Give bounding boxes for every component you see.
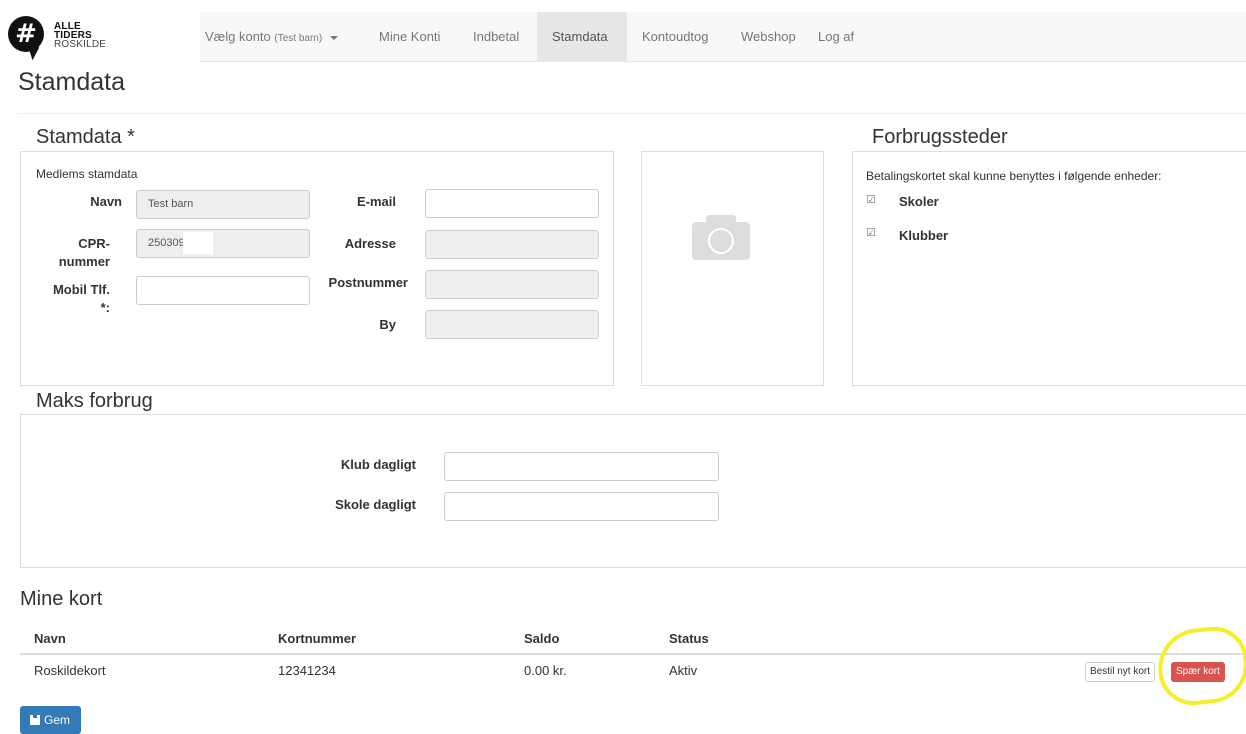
floppy-disk-icon <box>30 715 40 725</box>
email-field[interactable] <box>425 189 599 218</box>
nav-item-webshop[interactable]: Webshop <box>741 12 796 62</box>
logo-hash-icon[interactable]: # <box>8 16 44 52</box>
logo-line-3: ROSKILDE <box>54 39 107 50</box>
account-select-dropdown[interactable]: Vælg konto (Test barn) <box>205 12 338 62</box>
cpr-field[interactable]: 250309 <box>136 229 310 258</box>
klub-dagligt-label: Klub dagligt <box>340 457 416 472</box>
mobil-label-line-1: Mobil Tlf. <box>52 282 110 297</box>
skoler-label: Skoler <box>899 194 939 209</box>
nav-item-mine-konti[interactable]: Mine Konti <box>379 12 440 62</box>
photo-panel[interactable] <box>641 151 824 386</box>
card-number-cell: 12341234 <box>278 663 336 678</box>
by-field[interactable] <box>425 310 599 339</box>
card-status-cell: Aktiv <box>669 663 698 678</box>
column-header-saldo: Saldo <box>524 631 560 646</box>
account-select-value: (Test barn) <box>274 33 323 44</box>
mobil-label-line-2: *: <box>100 300 110 315</box>
camera-icon <box>692 215 750 260</box>
klubber-label: Klubber <box>899 228 949 243</box>
navn-label: Navn <box>90 194 122 209</box>
forbrugssteder-panel <box>852 151 1246 386</box>
cpr-label-line-1: CPR- <box>78 236 110 251</box>
camera-icon-top <box>706 215 736 224</box>
mobil-label: Mobil Tlf. *: <box>40 281 110 316</box>
card-balance-cell: 0.00 kr. <box>524 663 567 678</box>
logo-text[interactable]: ALLE TIDERS ROSKILDE <box>54 22 107 50</box>
block-card-button[interactable]: Spær kort <box>1171 662 1225 682</box>
email-label: E-mail <box>356 194 396 209</box>
save-button-label: Gem <box>44 713 71 727</box>
postnummer-field[interactable] <box>425 270 599 299</box>
postnummer-label: Postnummer <box>328 275 408 290</box>
maks-forbrug-panel <box>20 414 1246 568</box>
cpr-label-line-2: nummer <box>58 254 110 269</box>
maks-forbrug-title: Maks forbrug <box>36 390 153 412</box>
member-data-subheading: Medlems stamdata <box>36 167 138 181</box>
page-title: Stamdata <box>18 68 126 96</box>
navn-field[interactable]: Test barn <box>136 190 310 219</box>
column-header-navn: Navn <box>34 631 66 646</box>
nav-item-stamdata[interactable]: Stamdata <box>537 12 627 62</box>
table-row: Roskildekort 12341234 0.00 kr. Aktiv <box>20 655 1246 685</box>
navbar-background <box>200 12 1246 62</box>
klub-dagligt-field[interactable] <box>444 452 719 481</box>
skole-dagligt-field[interactable] <box>444 492 719 521</box>
column-header-kortnummer: Kortnummer <box>278 631 357 646</box>
cpr-redaction <box>183 232 213 254</box>
order-new-card-button[interactable]: Bestil nyt kort <box>1085 662 1156 682</box>
save-button[interactable]: Gem <box>20 706 82 734</box>
title-divider <box>18 113 1246 114</box>
skoler-checkbox[interactable]: ☑ <box>866 193 876 206</box>
chevron-down-icon <box>329 35 338 40</box>
nav-item-indbetal[interactable]: Indbetal <box>473 12 519 62</box>
cpr-label: CPR- nummer <box>40 235 110 270</box>
account-select-label: Vælg konto <box>205 29 271 44</box>
stamdata-section-title: Stamdata * <box>36 126 135 148</box>
nav-item-kontoudtog[interactable]: Kontoudtog <box>642 12 709 62</box>
skole-dagligt-label: Skole dagligt <box>335 497 416 512</box>
by-label: By <box>379 317 396 332</box>
camera-icon-lens <box>708 228 734 254</box>
mobil-field[interactable] <box>136 276 310 305</box>
klubber-checkbox[interactable]: ☑ <box>866 226 876 239</box>
nav-item-log-af[interactable]: Log af <box>818 12 854 62</box>
column-header-status: Status <box>669 631 709 646</box>
adresse-field[interactable] <box>425 230 599 259</box>
top-navbar: # ALLE TIDERS ROSKILDE Vælg konto (Test … <box>0 0 1246 62</box>
card-name-cell: Roskildekort <box>34 663 106 678</box>
adresse-label: Adresse <box>344 236 396 251</box>
forbrugssteder-description: Betalingskortet skal kunne benyttes i fø… <box>866 169 1162 183</box>
forbrugssteder-title: Forbrugssteder <box>872 126 1008 148</box>
mine-kort-title: Mine kort <box>20 588 103 610</box>
